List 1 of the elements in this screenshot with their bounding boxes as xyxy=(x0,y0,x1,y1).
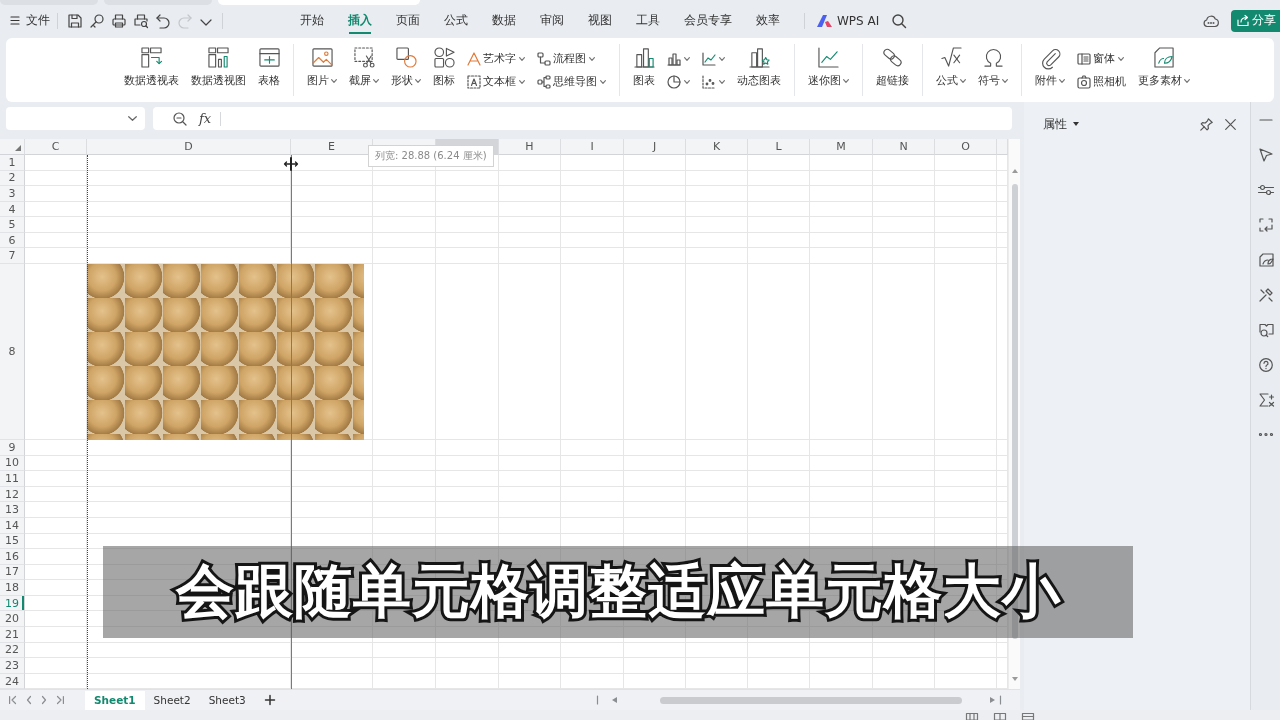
column-width-tooltip: 列宽: 28.88 (6.24 厘米) xyxy=(368,145,494,167)
